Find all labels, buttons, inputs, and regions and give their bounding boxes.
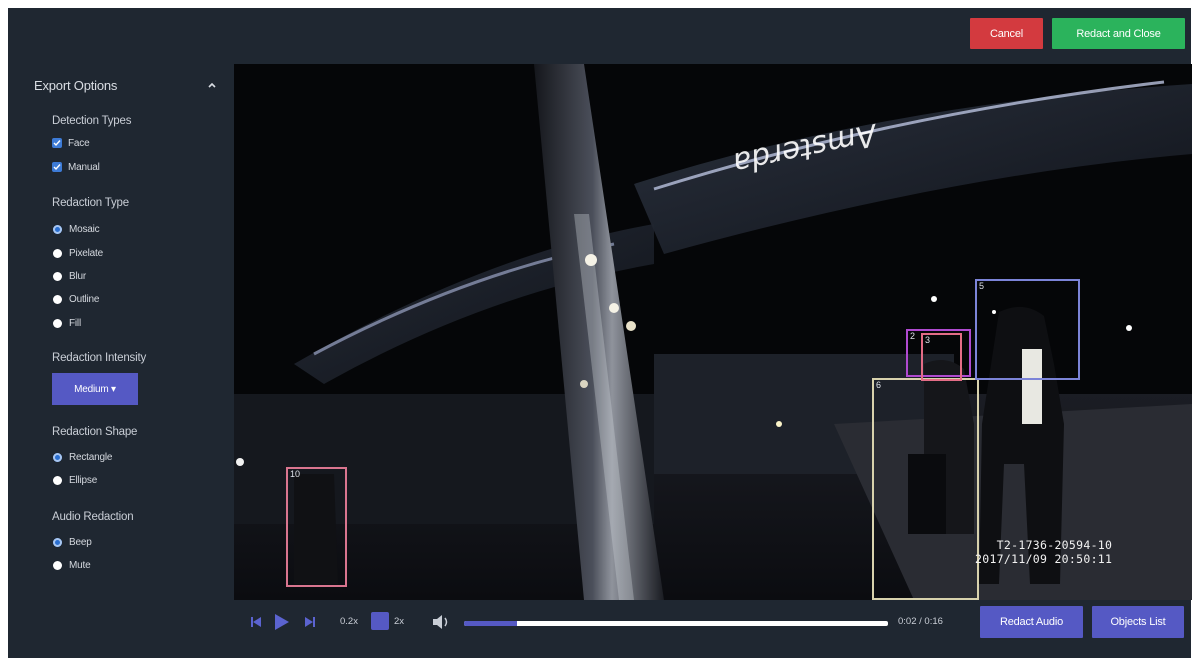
export-options-title: Export Options bbox=[34, 78, 118, 93]
radio-label: Pixelate bbox=[69, 247, 103, 259]
progress-fill bbox=[464, 621, 517, 626]
video-frame[interactable]: Amsterda 10 6 2 3 5 T2-1736-20594-10 201… bbox=[234, 64, 1192, 600]
radio-selected-icon[interactable] bbox=[53, 537, 62, 547]
radio-selected-icon[interactable] bbox=[53, 452, 62, 462]
recorded-datetime: 2017/11/09 20:50:11 bbox=[975, 552, 1113, 566]
objects-list-button[interactable]: Objects List bbox=[1092, 606, 1184, 638]
volume-icon[interactable] bbox=[432, 615, 450, 629]
skip-back-icon[interactable] bbox=[250, 616, 262, 628]
radio-label: Mosaic bbox=[69, 223, 100, 235]
redaction-intensity-title: Redaction Intensity bbox=[52, 352, 147, 364]
checkbox-face[interactable]: Face bbox=[52, 136, 90, 150]
checkbox-label: Manual bbox=[68, 161, 100, 173]
video-progress-bar[interactable] bbox=[464, 621, 888, 626]
radio-mute[interactable]: Mute bbox=[52, 558, 91, 572]
detection-id: 2 bbox=[910, 331, 916, 341]
detection-box-10[interactable]: 10 bbox=[286, 467, 347, 587]
redaction-editor: Cancel Redact and Close Export Options D… bbox=[8, 8, 1192, 658]
radio-label: Fill bbox=[69, 317, 81, 329]
chevron-up-icon[interactable] bbox=[207, 80, 217, 90]
checkmark-icon[interactable] bbox=[52, 162, 62, 172]
radio-icon[interactable] bbox=[53, 294, 62, 304]
radio-outline[interactable]: Outline bbox=[52, 292, 99, 306]
redaction-shape-title: Redaction Shape bbox=[52, 426, 138, 438]
detection-id: 6 bbox=[876, 380, 882, 390]
radio-label: Mute bbox=[69, 559, 91, 571]
detection-id: 3 bbox=[925, 335, 931, 345]
video-timestamp-overlay: T2-1736-20594-10 2017/11/09 20:50:11 bbox=[975, 538, 1112, 566]
radio-label: Ellipse bbox=[69, 474, 98, 486]
redact-and-close-button[interactable]: Redact and Close bbox=[1052, 18, 1185, 49]
skip-forward-icon[interactable] bbox=[304, 616, 316, 628]
top-bar: Cancel Redact and Close bbox=[8, 8, 1191, 56]
radio-icon[interactable] bbox=[53, 318, 62, 328]
radio-icon[interactable] bbox=[53, 248, 62, 258]
radio-selected-icon[interactable] bbox=[53, 224, 62, 234]
detection-box-5[interactable]: 5 bbox=[975, 279, 1080, 380]
redact-audio-button[interactable]: Redact Audio bbox=[980, 606, 1083, 638]
speed-slider-handle[interactable] bbox=[371, 612, 389, 630]
checkbox-manual[interactable]: Manual bbox=[52, 160, 100, 174]
camera-id: T2-1736-20594-10 bbox=[996, 538, 1113, 552]
radio-ellipse[interactable]: Ellipse bbox=[52, 473, 97, 487]
detection-box-3[interactable]: 3 bbox=[921, 333, 962, 381]
playback-time: 0:02 / 0:16 bbox=[898, 616, 943, 627]
radio-mosaic[interactable]: Mosaic bbox=[52, 222, 100, 236]
detection-id: 10 bbox=[290, 469, 301, 479]
play-icon[interactable] bbox=[274, 613, 290, 631]
radio-pixelate[interactable]: Pixelate bbox=[52, 246, 103, 260]
cancel-button[interactable]: Cancel bbox=[970, 18, 1043, 49]
speed-min-label: 0.2x bbox=[340, 616, 358, 627]
player-controls: 0.2x 2x 0:02 / 0:16 Redact Audio Objects… bbox=[234, 604, 1191, 640]
detection-id: 5 bbox=[979, 281, 985, 291]
checkmark-icon[interactable] bbox=[52, 138, 62, 148]
radio-icon[interactable] bbox=[53, 560, 62, 570]
detection-box-6[interactable]: 6 bbox=[872, 378, 979, 600]
radio-fill[interactable]: Fill bbox=[52, 316, 81, 330]
radio-rectangle[interactable]: Rectangle bbox=[52, 450, 112, 464]
speed-max-label: 2x bbox=[394, 616, 405, 627]
intensity-dropdown[interactable]: Medium ▾ bbox=[52, 373, 138, 405]
radio-icon[interactable] bbox=[53, 475, 62, 485]
radio-beep[interactable]: Beep bbox=[52, 535, 92, 549]
radio-label: Outline bbox=[69, 293, 100, 305]
export-options-panel: Export Options Detection Types Face Manu… bbox=[8, 64, 234, 604]
radio-icon[interactable] bbox=[53, 271, 62, 281]
radio-label: Blur bbox=[69, 270, 86, 282]
radio-label: Beep bbox=[69, 536, 92, 548]
audio-redaction-title: Audio Redaction bbox=[52, 511, 134, 523]
radio-label: Rectangle bbox=[69, 451, 113, 463]
radio-blur[interactable]: Blur bbox=[52, 269, 86, 283]
redaction-type-title: Redaction Type bbox=[52, 197, 129, 209]
checkbox-label: Face bbox=[68, 137, 90, 149]
detection-types-title: Detection Types bbox=[52, 115, 132, 127]
